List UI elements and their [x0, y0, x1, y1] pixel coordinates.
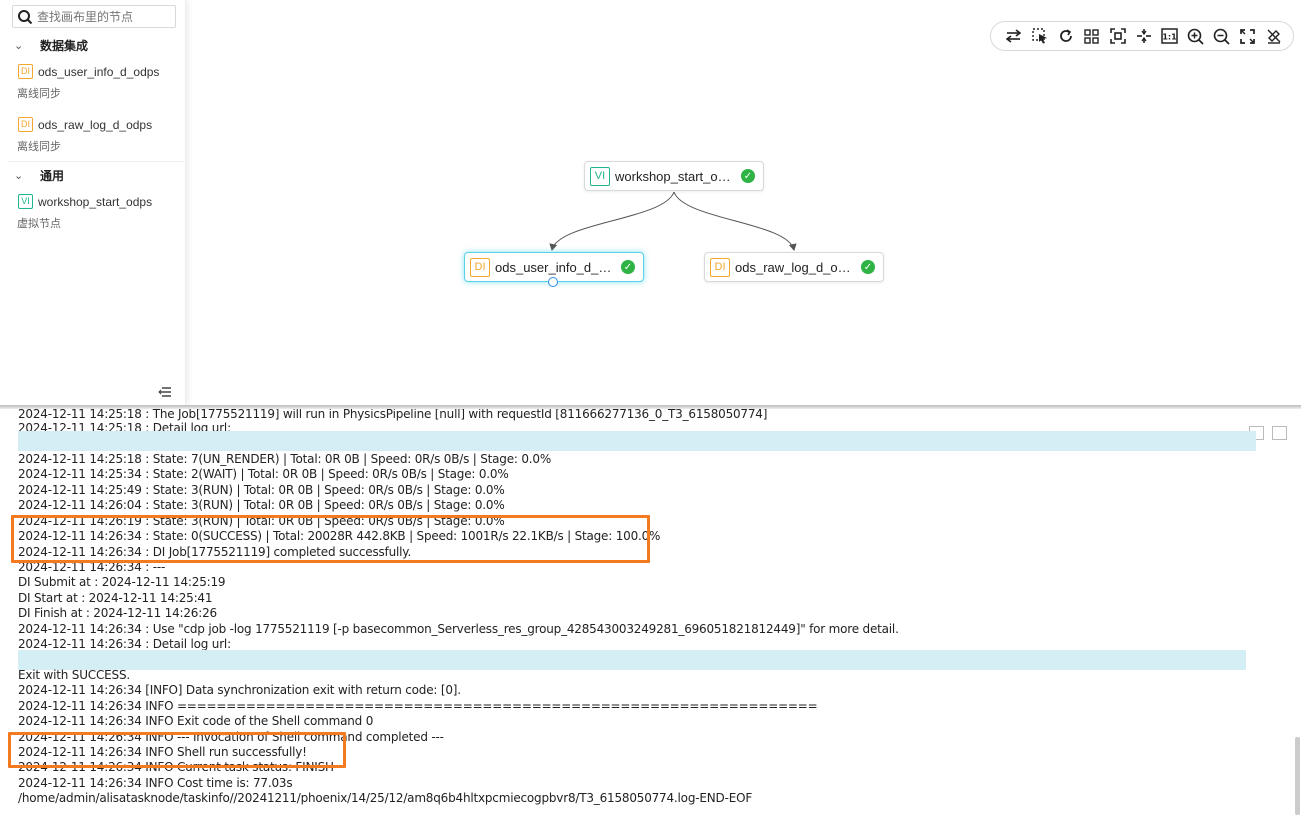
- sidebar-node-name: workshop_start_odps: [38, 194, 153, 209]
- log-line: 2024-12-11 14:26:34 : Detail log url:: [18, 637, 231, 651]
- vi-badge-icon: VI: [590, 166, 610, 186]
- log-line: DI Finish at : 2024-12-11 14:26:26: [18, 606, 217, 620]
- log-line: 2024-12-11 14:26:34 INFO ===============…: [18, 699, 818, 713]
- graph-node-ods-raw-log[interactable]: DI ods_raw_log_d_odps ✓: [704, 252, 884, 282]
- log-line: DI Submit at : 2024-12-11 14:25:19: [18, 575, 226, 589]
- graph-node-name: workshop_start_odps: [615, 168, 733, 184]
- edge-start-to-raw-log: [673, 191, 797, 251]
- graph-node-name: ods_user_info_d_od...: [495, 259, 613, 275]
- sidebar-node-type: 虚拟节点: [17, 217, 61, 230]
- graph-node-workshop-start[interactable]: VI workshop_start_odps ✓: [584, 161, 764, 191]
- chevron-down-icon: ⌄: [14, 39, 24, 52]
- log-line: 2024-12-11 14:26:34 INFO Cost time is: 7…: [18, 776, 293, 790]
- search-input[interactable]: [37, 9, 167, 24]
- log-line: DI Start at : 2024-12-11 14:25:41: [18, 591, 213, 605]
- group-label: 数据集成: [40, 39, 89, 53]
- node-sidebar: ⌄ 数据集成 DI ods_user_info_d_odps 离线同步 DI o…: [0, 0, 186, 405]
- di-badge-icon: DI: [710, 257, 730, 277]
- group-label: 通用: [40, 169, 65, 183]
- graph-node-name: ods_raw_log_d_odps: [735, 259, 853, 275]
- workflow-canvas[interactable]: VI workshop_start_odps ✓ DI ods_user_inf…: [186, 0, 1301, 405]
- sidebar-node-ods-user-info[interactable]: DI ods_user_info_d_odps 离线同步: [17, 64, 160, 101]
- success-check-icon: ✓: [741, 169, 755, 183]
- menu-collapse-icon[interactable]: [158, 385, 172, 401]
- log-line: 2024-12-11 14:26:04 : State: 3(RUN) | To…: [18, 498, 505, 512]
- success-check-icon: ✓: [861, 260, 875, 274]
- sidebar-node-ods-raw-log[interactable]: DI ods_raw_log_d_odps 离线同步: [17, 117, 153, 154]
- group-general[interactable]: ⌄ 通用: [14, 167, 64, 184]
- di-badge-icon: DI: [18, 117, 33, 132]
- vi-badge-icon: VI: [18, 194, 33, 209]
- chevron-down-icon: ⌄: [14, 169, 24, 182]
- edges-layer: [549, 191, 797, 251]
- log-line: Exit with SUCCESS.: [18, 668, 130, 682]
- sidebar-node-type: 离线同步: [17, 87, 61, 100]
- highlight-box-shell-success: [8, 732, 346, 768]
- log-line: 2024-12-11 14:26:34 INFO Exit code of th…: [18, 714, 374, 728]
- log-line: 2024-12-11 14:25:18 : State: 7(UN_RENDER…: [18, 452, 552, 466]
- minimize-icon[interactable]: [1272, 426, 1287, 440]
- sidebar-node-type: 离线同步: [17, 140, 61, 153]
- log-line: 2024-12-11 14:25:34 : State: 2(WAIT) | T…: [18, 467, 509, 481]
- redacted-url-bar: [18, 650, 1246, 670]
- edge-start-to-user-info: [549, 191, 675, 251]
- di-badge-icon: DI: [470, 257, 490, 277]
- log-scrollbar[interactable]: [1295, 737, 1300, 815]
- node-search-box[interactable]: [12, 5, 176, 28]
- log-line: 2024-12-11 14:26:34 : Use "cdp job -log …: [18, 622, 899, 636]
- group-data-integration[interactable]: ⌄ 数据集成: [14, 37, 88, 54]
- log-line: 2024-12-11 14:25:49 : State: 3(RUN) | To…: [18, 483, 505, 497]
- divider: [8, 161, 184, 162]
- sidebar-node-workshop-start[interactable]: VI workshop_start_odps 虚拟节点: [17, 194, 153, 231]
- run-log-panel: 2024-12-11 14:25:18 : The Job[1775521119…: [0, 409, 1301, 816]
- sidebar-node-name: ods_raw_log_d_odps: [38, 117, 153, 132]
- redacted-url-bar: [18, 431, 1256, 451]
- log-line: 2024-12-11 14:26:34 [INFO] Data synchron…: [18, 683, 461, 697]
- search-icon: [13, 9, 37, 25]
- di-badge-icon: DI: [18, 64, 33, 79]
- log-line: /home/admin/alisatasknode/taskinfo//2024…: [18, 791, 753, 805]
- log-line: 2024-12-11 14:25:18 : The Job[1775521119…: [18, 409, 768, 421]
- sidebar-node-name: ods_user_info_d_odps: [38, 64, 160, 79]
- success-check-icon: ✓: [621, 260, 635, 274]
- highlight-box-success: [11, 515, 650, 563]
- output-port-handle[interactable]: [548, 277, 558, 287]
